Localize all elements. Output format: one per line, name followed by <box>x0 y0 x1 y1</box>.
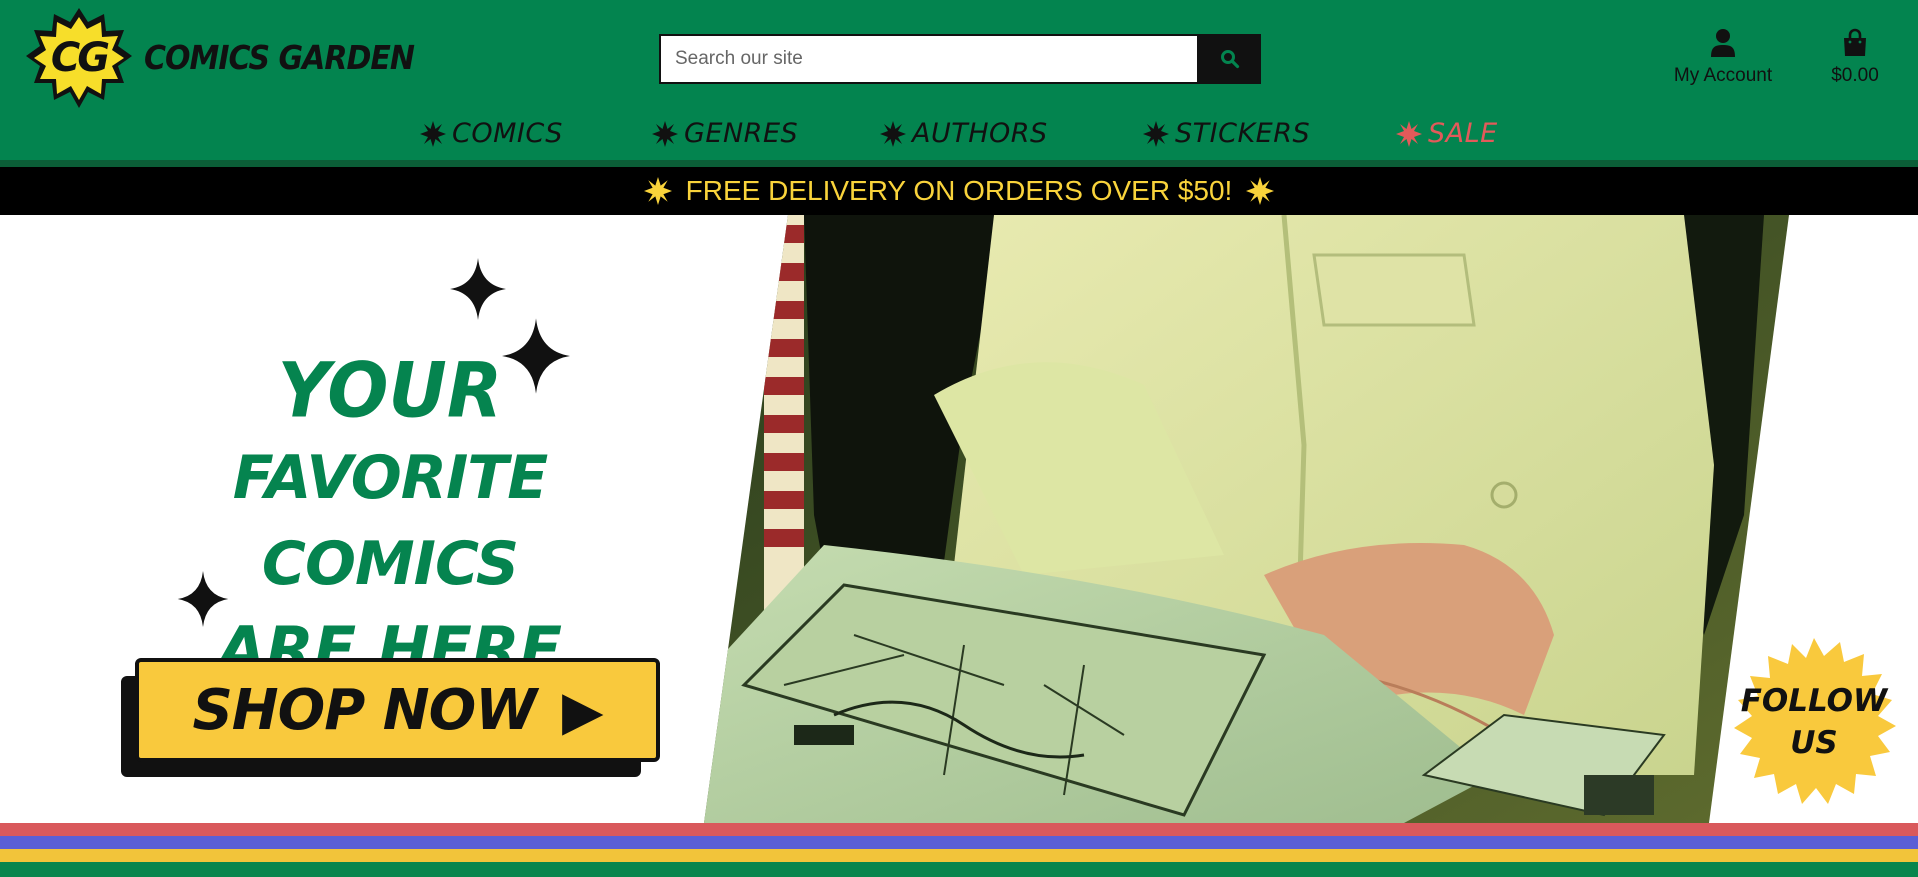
hero-headline: YOUR FAVORITE COMICS ARE HERE <box>120 345 660 693</box>
shop-now-label: SHOP NOW <box>192 677 537 743</box>
headline-line-2: FAVORITE COMICS <box>232 443 548 599</box>
play-arrow-icon: ▶ <box>562 678 604 742</box>
logo-initials: CG <box>50 35 110 81</box>
promo-banner: FREE DELIVERY ON ORDERS OVER $50! <box>0 167 1918 215</box>
stripe-yellow <box>0 849 1918 862</box>
main-nav: COMICS GENRES AUTHORS STICKERS SALE <box>0 118 1918 158</box>
burst-icon <box>420 120 446 147</box>
headline-line-1: YOUR <box>277 345 503 435</box>
nav-label: AUTHORS <box>912 118 1048 149</box>
follow-us-badge[interactable]: FOLLOW US <box>1730 638 1898 806</box>
site-header: CG COMICS GARDEN My Account $0.00 <box>0 0 1918 167</box>
rainbow-stripes <box>0 823 1918 877</box>
follow-us-label: FOLLOW US <box>1730 638 1898 806</box>
nav-item-authors[interactable]: AUTHORS <box>880 118 1048 149</box>
hero-image <box>704 215 1789 823</box>
shop-now-button[interactable]: SHOP NOW ▶ <box>135 658 660 762</box>
site-logo[interactable]: CG COMICS GARDEN <box>24 6 415 110</box>
burst-icon <box>880 120 906 147</box>
nav-label: SALE <box>1428 118 1498 149</box>
user-icon <box>1711 29 1735 57</box>
hero-photo-illustration <box>704 215 1789 823</box>
sparkle-icon <box>450 258 506 320</box>
search-icon <box>1221 50 1240 69</box>
burst-icon <box>1396 120 1422 147</box>
nav-label: COMICS <box>452 118 563 149</box>
burst-icon <box>643 177 672 205</box>
shopping-bag-icon <box>1844 28 1866 56</box>
logo-badge: CG <box>24 6 134 110</box>
header-divider <box>0 160 1918 167</box>
follow-label-line-2: US <box>1790 725 1838 761</box>
nav-item-sale[interactable]: SALE <box>1396 118 1498 149</box>
nav-label: GENRES <box>684 118 799 149</box>
stripe-blue <box>0 836 1918 849</box>
cart-link[interactable]: $0.00 <box>1820 28 1890 87</box>
search-input[interactable] <box>659 34 1199 84</box>
nav-item-stickers[interactable]: STICKERS <box>1143 118 1310 149</box>
burst-icon <box>1246 177 1275 205</box>
search-bar <box>659 34 1261 84</box>
nav-item-comics[interactable]: COMICS <box>420 118 563 149</box>
search-button[interactable] <box>1199 34 1261 84</box>
nav-item-genres[interactable]: GENRES <box>652 118 798 149</box>
stripe-red <box>0 823 1918 836</box>
brand-name: COMICS GARDEN <box>144 38 415 78</box>
nav-label: STICKERS <box>1175 118 1311 149</box>
promo-text: FREE DELIVERY ON ORDERS OVER $50! <box>685 175 1233 206</box>
my-account-label: My Account <box>1673 65 1773 86</box>
cart-total: $0.00 <box>1831 65 1879 86</box>
my-account-link[interactable]: My Account <box>1668 28 1778 87</box>
follow-label-line-1: FOLLOW <box>1740 683 1888 719</box>
burst-icon <box>1143 120 1169 147</box>
stripe-green <box>0 862 1918 877</box>
burst-icon <box>652 120 678 147</box>
